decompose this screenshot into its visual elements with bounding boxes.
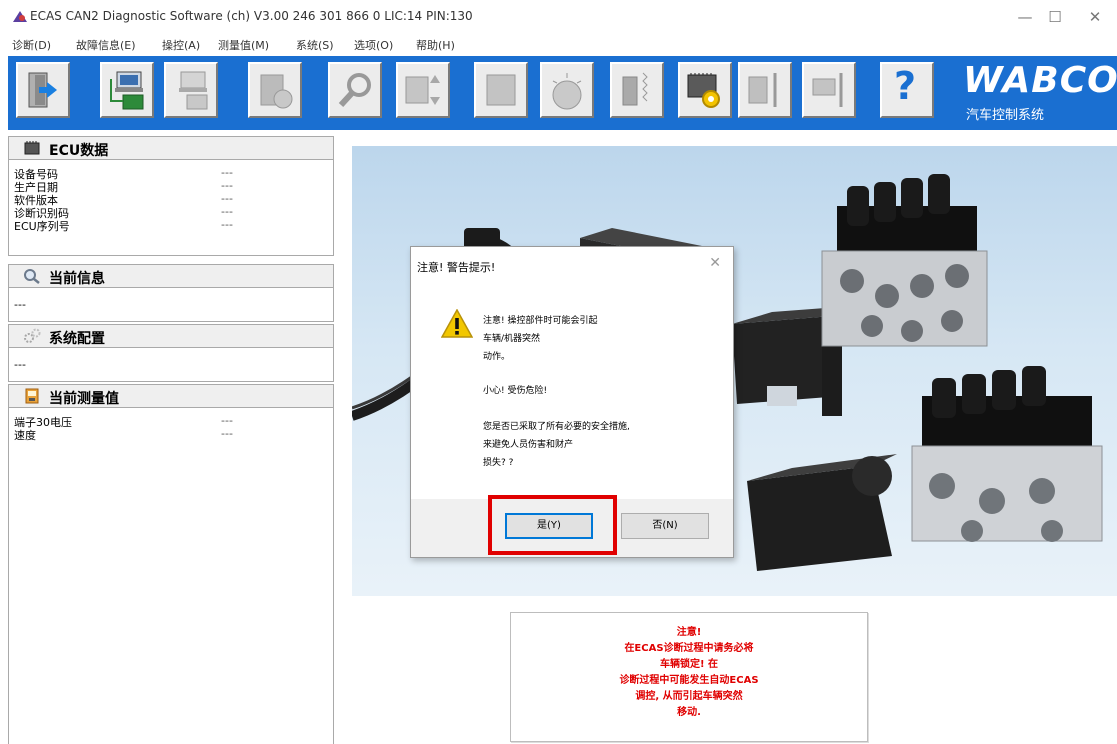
menu-fault-info[interactable]: 故障信息(E): [76, 37, 136, 53]
speed-label: 速度: [14, 429, 36, 442]
calibration-button[interactable]: [738, 62, 792, 118]
notice-line-3: 车辆锁定! 在: [659, 659, 719, 670]
disconnect-icon: [179, 71, 208, 110]
ecu-connect-icon: [110, 71, 144, 110]
dialog-line-4: 小心! 受伤危险!: [483, 386, 548, 396]
connect-ecu-button[interactable]: [100, 62, 154, 118]
software-version-value: ---: [221, 192, 233, 205]
module-button[interactable]: [248, 62, 302, 118]
current-info-value: ---: [14, 298, 26, 311]
menu-options[interactable]: 选项(O): [354, 37, 393, 53]
ecu-serial-value: ---: [221, 218, 233, 231]
notice-line-1: 注意!: [676, 627, 702, 638]
dialog-line-1: 注意! 操控部件时可能会引起: [483, 316, 598, 326]
ecu-chip-icon: [24, 141, 40, 155]
module-icon: [260, 74, 293, 109]
wabco-logo: WABCO 汽车控制系统: [958, 60, 1117, 123]
notice-line-2: 在ECAS诊断过程中请务必将: [624, 643, 754, 654]
system-config-title: 系统配置: [49, 331, 105, 347]
menu-system[interactable]: 系统(S): [296, 37, 334, 53]
calibration-icon: [748, 73, 777, 107]
exit-button[interactable]: [16, 62, 70, 118]
ecu-settings-button[interactable]: [678, 62, 732, 118]
toolbar: ? WABCO 汽车控制系统: [8, 56, 1117, 130]
system-config-header[interactable]: 系统配置: [8, 324, 334, 348]
sensor-button[interactable]: [610, 62, 664, 118]
safety-notice: 注意! 在ECAS诊断过程中请务必将 车辆锁定! 在 诊断过程中可能发生自动EC…: [510, 612, 868, 742]
search-button[interactable]: [328, 62, 382, 118]
warning-icon: [441, 309, 473, 338]
gauge-button[interactable]: [540, 62, 594, 118]
meter-icon: [25, 388, 39, 404]
dialog-line-2: 车辆/机器突然: [483, 334, 541, 344]
diagnostic-id-value: ---: [221, 205, 233, 218]
brand-subtitle: 汽车控制系统: [966, 108, 1045, 123]
current-info-body: ---: [8, 288, 334, 322]
device-button[interactable]: [474, 62, 528, 118]
exit-door-icon: [28, 72, 57, 108]
speed-value: ---: [221, 427, 233, 440]
maximize-button[interactable]: ☐: [1040, 4, 1070, 30]
dialog-line-7: 损失? ?: [483, 458, 514, 468]
minimize-button[interactable]: —: [1010, 4, 1040, 30]
menu-diagnosis[interactable]: 诊断(D): [12, 37, 51, 53]
notice-line-6: 移动.: [677, 707, 701, 718]
ecu-data-header[interactable]: ECU数据: [8, 136, 334, 160]
measurements-header[interactable]: 当前测量值: [8, 384, 334, 408]
dialog-line-3: 动作。: [483, 352, 511, 362]
terminal-30-voltage-value: ---: [221, 414, 233, 427]
left-info-panel: ECU数据 设备号码 --- 生产日期 --- 软件版本 --- 诊断识别码 -…: [8, 132, 337, 744]
valve-icon: [812, 73, 843, 107]
production-date-value: ---: [221, 179, 233, 192]
app-icon: [13, 11, 27, 22]
help-button[interactable]: ?: [880, 62, 934, 118]
ecu-data-body: 设备号码 --- 生产日期 --- 软件版本 --- 诊断识别码 --- ECU…: [8, 160, 334, 256]
device-number-value: ---: [221, 166, 233, 179]
yes-button-highlight: [488, 495, 617, 555]
title-bar: ECAS CAN2 Diagnostic Software (ch) V3.00…: [0, 0, 1117, 34]
current-info-title: 当前信息: [49, 271, 105, 287]
notice-line-5: 调控, 从而引起车辆突然: [635, 691, 743, 702]
menu-measured-values[interactable]: 测量值(M): [218, 37, 269, 53]
ecu-settings-icon: [687, 73, 720, 108]
search-icon: [338, 73, 371, 108]
measure-transfer-button[interactable]: [396, 62, 450, 118]
disconnect-button[interactable]: [164, 62, 218, 118]
brand-name: WABCO: [963, 60, 1117, 101]
menu-control[interactable]: 操控(A): [162, 37, 200, 53]
window-title: ECAS CAN2 Diagnostic Software (ch) V3.00…: [30, 9, 473, 23]
dialog-title: 注意! 警告提示!: [417, 261, 496, 274]
measurements-body: 端子30电压 --- 速度 ---: [8, 408, 334, 744]
measurements-title: 当前测量值: [49, 391, 119, 407]
help-icon: ?: [894, 64, 917, 108]
sensor-icon: [622, 72, 648, 106]
gears-icon: [24, 328, 41, 343]
ecu-data-title: ECU数据: [49, 143, 109, 159]
dialog-line-6: 来避免人员伤害和财产: [483, 440, 574, 450]
notice-line-4: 诊断过程中可能发生自动ECAS: [619, 675, 759, 686]
system-config-value: ---: [14, 358, 26, 371]
system-config-body: ---: [8, 348, 334, 382]
magnifier-icon: [24, 269, 40, 284]
dialog-line-5: 您是否已采取了所有必要的安全措施,: [483, 422, 630, 432]
menu-bar: 诊断(D) 故障信息(E) 操控(A) 测量值(M) 系统(S) 选项(O) 帮…: [0, 34, 1117, 54]
current-info-header[interactable]: 当前信息: [8, 264, 334, 288]
gauge-icon: [552, 73, 582, 110]
close-window-button[interactable]: ✕: [1080, 4, 1110, 30]
dialog-close-button[interactable]: ✕: [709, 255, 721, 271]
measure-transfer-icon: [405, 75, 440, 105]
ecu-serial-label: ECU序列号: [14, 220, 70, 233]
no-button[interactable]: 否(N): [621, 513, 709, 539]
menu-help[interactable]: 帮助(H): [416, 37, 455, 53]
device-icon: [486, 74, 516, 106]
valve-button[interactable]: [802, 62, 856, 118]
